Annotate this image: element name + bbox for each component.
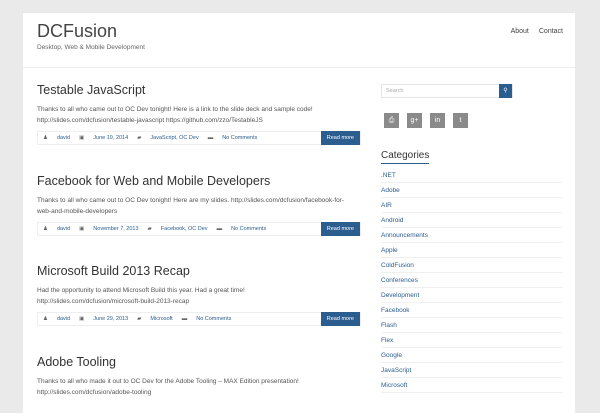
read-more-button[interactable]: Read more	[320, 131, 360, 145]
post-excerpt-line: http://slides.com/dcfusion/testable-java…	[37, 116, 263, 124]
search-button[interactable]: ⚲	[499, 84, 512, 98]
site-tagline: Desktop, Web & Mobile Development	[37, 44, 145, 51]
post-excerpt-line: Thanks to all who came out to OC Dev ton…	[37, 106, 313, 113]
post-excerpt-line: Thanks to all who came out to OC Dev ton…	[37, 197, 345, 204]
post-excerpt-line: web-and-mobile-developers	[37, 207, 118, 215]
folder-icon: ▰	[137, 316, 142, 322]
nav-contact[interactable]: Contact	[539, 28, 563, 35]
calendar-icon: ▣	[79, 135, 85, 141]
post-title[interactable]: Facebook for Web and Mobile Developers	[37, 174, 361, 188]
site-title[interactable]: DCFusion	[37, 21, 117, 42]
category-link[interactable]: Android	[381, 213, 563, 228]
categories-list: .NET Adobe AIR Android Announcements App…	[381, 168, 563, 393]
post-title[interactable]: Testable JavaScript	[37, 83, 361, 97]
post-meta: ♟ david ▣ November 7, 2013 ▰ Facebook, OC D…	[37, 222, 361, 236]
category-link[interactable]: Conferences	[381, 273, 563, 288]
page: DCFusion Desktop, Web & Mobile Developme…	[23, 13, 575, 413]
author-icon: ♟	[43, 316, 48, 322]
read-more-button[interactable]: Read more	[320, 312, 360, 326]
post-date[interactable]: June 29, 2013	[93, 316, 128, 322]
folder-icon: ▰	[147, 226, 152, 232]
post-date[interactable]: June 19, 2014	[93, 135, 128, 141]
read-more-button[interactable]: Read more	[320, 222, 360, 236]
comment-icon: ▬	[216, 226, 223, 232]
category-link[interactable]: Flash	[381, 318, 563, 333]
post: Microsoft Build 2013 Recap Had the oppor…	[37, 264, 361, 326]
category-link[interactable]: AIR	[381, 198, 563, 213]
post-author[interactable]: david	[57, 226, 70, 232]
post-meta: ♟ david ▣ June 29, 2013 ▰ Microsoft ▬ No Com…	[37, 312, 361, 326]
calendar-icon: ▣	[79, 316, 85, 322]
comment-icon: ▬	[207, 135, 214, 141]
post-comments[interactable]: No Comments	[231, 226, 266, 232]
category-link[interactable]: Flex	[381, 333, 563, 348]
post-excerpt-line: Had the opportunity to attend Microsoft …	[37, 287, 245, 294]
category-link[interactable]: Facebook	[381, 303, 563, 318]
category-link[interactable]: Apple	[381, 243, 563, 258]
categories-heading: Categories	[381, 150, 430, 164]
post-categories[interactable]: Microsoft	[150, 316, 172, 322]
post-categories[interactable]: JavaScript, OC Dev	[150, 135, 198, 141]
post: Facebook for Web and Mobile Developers T…	[37, 174, 361, 236]
post-comments[interactable]: No Comments	[222, 135, 257, 141]
calendar-icon: ▣	[79, 226, 85, 232]
post-categories[interactable]: Facebook, OC Dev	[161, 226, 208, 232]
post-comments[interactable]: No Comments	[196, 316, 231, 322]
post: Testable JavaScript Thanks to all who ca…	[37, 83, 361, 145]
category-link[interactable]: Announcements	[381, 228, 563, 243]
author-icon: ♟	[43, 226, 48, 232]
category-link[interactable]: Google	[381, 348, 563, 363]
nav-about[interactable]: About	[511, 28, 529, 35]
search-input[interactable]: Search	[381, 84, 513, 98]
linkedin-icon[interactable]: in	[430, 113, 445, 128]
comment-icon: ▬	[181, 316, 188, 322]
post-excerpt-line: http://slides.com/dcfusion/adobe-tooling	[37, 388, 152, 396]
print-icon[interactable]: ⎙	[384, 113, 399, 128]
post-author[interactable]: david	[57, 135, 70, 141]
google-plus-icon[interactable]: g+	[407, 113, 422, 128]
post-title[interactable]: Adobe Tooling	[37, 355, 361, 369]
author-icon: ♟	[43, 135, 48, 141]
main-nav: About Contact	[511, 28, 563, 35]
category-link[interactable]: ColdFusion	[381, 258, 563, 273]
post-meta: ♟ david ▣ June 19, 2014 ▰ JavaScript, OC De…	[37, 131, 361, 145]
category-link[interactable]: Development	[381, 288, 563, 303]
twitter-icon[interactable]: t	[453, 113, 468, 128]
category-link[interactable]: JavaScript	[381, 363, 563, 378]
post-title[interactable]: Microsoft Build 2013 Recap	[37, 264, 361, 278]
post-date[interactable]: November 7, 2013	[93, 226, 138, 232]
category-link[interactable]: Microsoft	[381, 378, 563, 393]
post-excerpt-line: http://slides.com/dcfusion/microsoft-bui…	[37, 297, 190, 305]
post-excerpt-line: Thanks to all who made it out to OC Dev …	[37, 378, 299, 385]
header-divider	[23, 67, 575, 68]
category-link[interactable]: Adobe	[381, 183, 563, 198]
folder-icon: ▰	[137, 135, 142, 141]
post-author[interactable]: david	[57, 316, 70, 322]
category-link[interactable]: .NET	[381, 168, 563, 183]
search-icon: ⚲	[503, 88, 508, 94]
post: Adobe Tooling Thanks to all who made it …	[37, 355, 361, 398]
